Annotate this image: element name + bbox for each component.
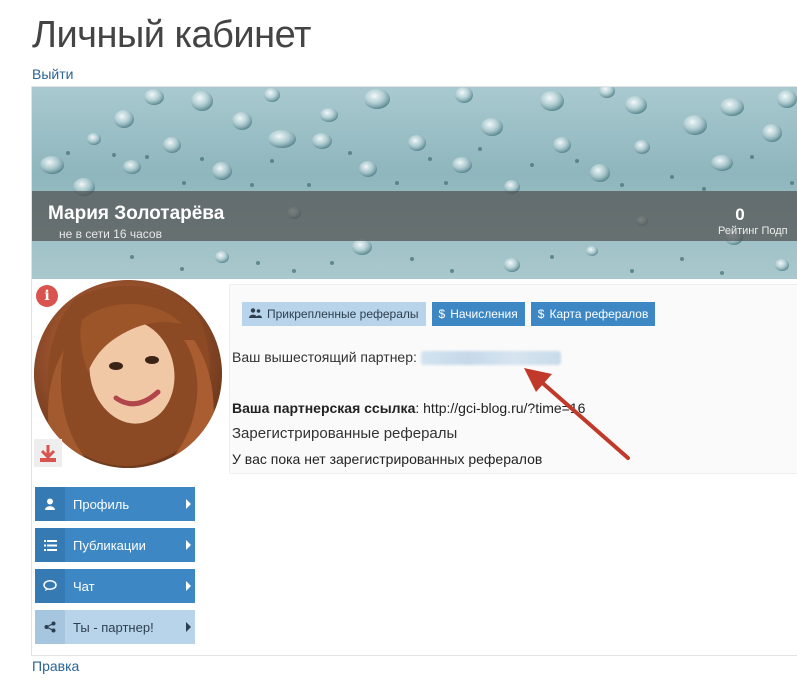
page-title: Личный кабинет	[32, 14, 311, 56]
tab-referral-map[interactable]: $ Карта рефералов	[530, 302, 656, 326]
avatar	[34, 280, 222, 468]
info-icon[interactable]: i	[36, 285, 58, 307]
menu-item-label: Публикации	[73, 538, 146, 553]
referral-link-url[interactable]: : http://gci-blog.ru/?time=16	[415, 400, 585, 416]
partner-content-panel: Прикрепленные рефералы $ Начисления $ Ка…	[229, 284, 797, 474]
chevron-right-icon	[186, 540, 191, 550]
chat-bubble-icon	[35, 569, 65, 603]
user-icon	[35, 487, 65, 521]
logout-link[interactable]: Выйти	[32, 66, 73, 82]
rating-value: 0	[735, 205, 745, 224]
tab-attached-referrals[interactable]: Прикрепленные рефералы	[242, 302, 426, 326]
dollar-icon: $	[438, 307, 446, 321]
menu-item-label: Чат	[73, 579, 95, 594]
side-menu: Профиль Публикации Чат Ты - партнер!	[35, 487, 195, 651]
rating-label: Рейтинг Подп	[718, 225, 788, 237]
upline-partner-line: Ваш вышестоящий партнер:	[232, 349, 561, 366]
dollar-icon: $	[537, 307, 545, 321]
profile-banner: Мария Золотарёва не в сети 16 часов 0 Ре…	[32, 87, 797, 279]
referral-link-line: Ваша партнерская ссылка: http://gci-blog…	[232, 400, 585, 416]
menu-item-partner[interactable]: Ты - партнер!	[35, 610, 195, 644]
tab-label: Прикрепленные рефералы	[267, 307, 419, 321]
edit-link[interactable]: Правка	[32, 658, 79, 674]
menu-item-label: Ты - партнер!	[73, 620, 154, 635]
user-name: Мария Золотарёва	[48, 203, 225, 224]
registered-referrals-title: Зарегистрированные рефералы	[232, 425, 458, 442]
chevron-right-icon	[186, 622, 191, 632]
tab-bar: Прикрепленные рефералы $ Начисления $ Ка…	[242, 302, 656, 326]
download-button[interactable]	[34, 439, 62, 467]
users-icon	[249, 308, 262, 320]
chevron-right-icon	[186, 499, 191, 509]
no-referrals-message: У вас пока нет зарегистрированных рефера…	[232, 451, 543, 467]
referral-link-label: Ваша партнерская ссылка	[232, 400, 416, 416]
water-drops-background	[40, 87, 797, 275]
tab-accruals[interactable]: $ Начисления	[431, 302, 525, 326]
chevron-right-icon	[186, 581, 191, 591]
download-icon	[40, 445, 56, 462]
share-icon	[35, 610, 65, 644]
upline-partner-label: Ваш вышестоящий партнер:	[232, 349, 417, 365]
menu-item-chat[interactable]: Чат	[35, 569, 195, 603]
tab-label: Начисления	[450, 307, 518, 321]
menu-item-publications[interactable]: Публикации	[35, 528, 195, 562]
tab-label: Карта рефералов	[549, 307, 649, 321]
user-status: не в сети 16 часов	[59, 227, 162, 241]
menu-item-profile[interactable]: Профиль	[35, 487, 195, 521]
profile-card: Мария Золотарёва не в сети 16 часов 0 Ре…	[31, 86, 797, 656]
menu-item-label: Профиль	[73, 497, 130, 512]
profile-name-bar: Мария Золотарёва не в сети 16 часов 0 Ре…	[32, 191, 797, 241]
upline-partner-name-blurred[interactable]	[420, 351, 561, 366]
list-icon	[35, 528, 65, 562]
